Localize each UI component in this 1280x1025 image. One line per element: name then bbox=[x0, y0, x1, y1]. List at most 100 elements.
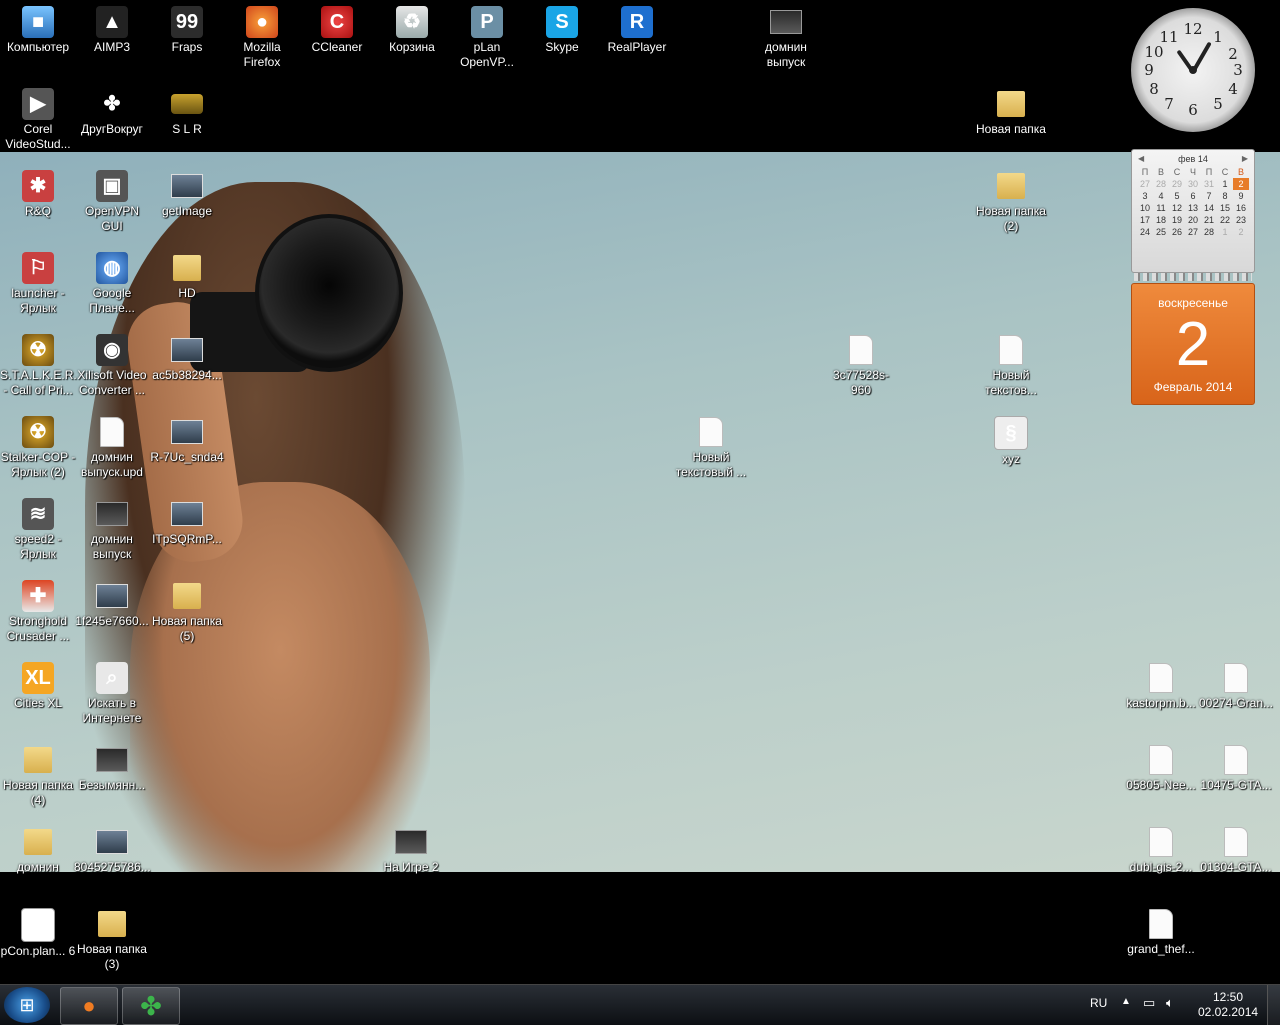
desktop-icon-new-text-1[interactable]: Новый текстов... bbox=[973, 334, 1049, 398]
calendar-day[interactable]: 16 bbox=[1233, 202, 1249, 214]
taskbar-firefox-button[interactable]: ● bbox=[60, 987, 118, 1025]
calendar-day[interactable]: 17 bbox=[1137, 214, 1153, 226]
volume-icon[interactable]: 🔈︎ bbox=[1166, 995, 1174, 1011]
desktop-icon-kastorpm[interactable]: kastorpm.b... bbox=[1123, 662, 1199, 711]
calendar-day[interactable]: 27 bbox=[1185, 226, 1201, 238]
calendar-day[interactable]: 20 bbox=[1185, 214, 1201, 226]
calendar-day[interactable]: 11 bbox=[1153, 202, 1169, 214]
desktop-icon-stronghold[interactable]: ✚ Stronghold Crusader ... bbox=[0, 580, 76, 644]
desktop-icon-new-folder-5[interactable]: Новая папка (5) bbox=[149, 580, 225, 644]
desktop-icon-realplayer[interactable]: R RealPlayer bbox=[599, 6, 675, 55]
desktop-icon-na-igre-2[interactable]: На Игре 2 bbox=[373, 826, 449, 875]
desktop-icon-computer[interactable]: ■ Компьютер bbox=[0, 6, 76, 55]
desktop-icon-itpsq[interactable]: ITpSQRmP... bbox=[149, 498, 225, 547]
desktop-icon-getimage[interactable]: getImage bbox=[149, 170, 225, 219]
desktop-icon-grand-theft[interactable]: grand_thef... bbox=[1123, 908, 1199, 957]
calendar-day[interactable]: 19 bbox=[1169, 214, 1185, 226]
desktop-icon-domnin-2[interactable]: домнин выпуск bbox=[74, 498, 150, 562]
calendar-next-arrow-icon[interactable]: ▶ bbox=[1242, 154, 1248, 163]
calendar-day[interactable]: 7 bbox=[1201, 190, 1217, 202]
desktop-icon-untitled[interactable]: Безымянн... bbox=[74, 744, 150, 793]
calendar-day[interactable]: 22 bbox=[1217, 214, 1233, 226]
desktop-icon-domnin-top[interactable]: домнин выпуск bbox=[748, 6, 824, 70]
calendar-day[interactable]: 2 bbox=[1233, 226, 1249, 238]
desktop-icon-ccleaner[interactable]: C CCleaner bbox=[299, 6, 375, 55]
desktop-icon-corel[interactable]: ▶ Corel VideoStud... bbox=[0, 88, 76, 152]
calendar-day[interactable]: 18 bbox=[1153, 214, 1169, 226]
desktop-icon-ac5b[interactable]: ac5b38294... bbox=[149, 334, 225, 383]
desktop-icon-8045[interactable]: 8045275786... bbox=[74, 826, 151, 875]
desktop-icon-new-text-2[interactable]: Новый текстовый ... bbox=[673, 416, 749, 480]
calendar-day[interactable]: 26 bbox=[1169, 226, 1185, 238]
desktop-icon-cities-xl[interactable]: XL Cities XL bbox=[0, 662, 76, 711]
desktop-icon-domnin-folder[interactable]: домнин bbox=[0, 826, 76, 875]
calendar-day[interactable]: 15 bbox=[1217, 202, 1233, 214]
calendar-prev-arrow-icon[interactable]: ◀ bbox=[1138, 154, 1144, 163]
desktop-icon-drugvokrug[interactable]: ✤ ДругВокруг bbox=[74, 88, 150, 137]
taskbar-clock[interactable]: 12:50 02.02.2014 bbox=[1198, 990, 1258, 1020]
desktop-icon-plan-openvpn[interactable]: PpLan OpenVP... bbox=[449, 6, 525, 70]
calendar-day[interactable]: 23 bbox=[1233, 214, 1249, 226]
desktop-icon-skype[interactable]: S Skype bbox=[524, 6, 600, 55]
desktop-icon-new-folder-4[interactable]: Новая папка (4) bbox=[0, 744, 76, 808]
taskbar-drugvokrug-button[interactable]: ✤ bbox=[122, 987, 180, 1025]
desktop-icon-speed2[interactable]: ≋ speed2 - Ярлык bbox=[0, 498, 76, 562]
desktop-icon-slr[interactable]: S L R bbox=[149, 88, 225, 137]
language-indicator[interactable]: RU bbox=[1090, 996, 1107, 1010]
calendar-day[interactable]: 3 bbox=[1137, 190, 1153, 202]
desktop-icon-new-folder-3[interactable]: Новая папка (3) bbox=[74, 908, 150, 972]
desktop-icon-3c77[interactable]: 3c77528s-960 bbox=[823, 334, 899, 398]
show-desktop-button[interactable] bbox=[1267, 985, 1280, 1025]
desktop-icon-rq[interactable]: ✱ R&Q bbox=[0, 170, 76, 219]
clock-gadget[interactable]: 12 1 2 3 4 5 6 7 8 9 10 11 bbox=[1131, 8, 1255, 132]
calendar-day[interactable]: 24 bbox=[1137, 226, 1153, 238]
calendar-day[interactable]: 29 bbox=[1169, 178, 1185, 190]
desktop-icon-r7uc[interactable]: R-7Uc_snda4 bbox=[149, 416, 225, 465]
network-icon[interactable]: ▭ bbox=[1143, 995, 1155, 1011]
tray-expand-arrow-icon[interactable]: ▲ bbox=[1121, 996, 1131, 1007]
desktop-icon-xyz[interactable]: § xyz bbox=[973, 416, 1049, 467]
desktop-icon-hd[interactable]: HD bbox=[149, 252, 225, 301]
desktop-icon-aimp3[interactable]: ▲ AIMP3 bbox=[74, 6, 150, 55]
desktop-icon-firefox[interactable]: ● Mozilla Firefox bbox=[224, 6, 300, 70]
calendar-day[interactable]: 12 bbox=[1169, 202, 1185, 214]
calendar-day[interactable]: 27 bbox=[1137, 178, 1153, 190]
desktop-icon-domnin-upd[interactable]: домнин выпуск.upd bbox=[74, 416, 150, 480]
calendar-day[interactable]: 8 bbox=[1217, 190, 1233, 202]
desktop-icon-google-earth[interactable]: ◍ Google Плане... bbox=[74, 252, 150, 316]
desktop-icon-dubl-gis[interactable]: dubl-gis-2... bbox=[1123, 826, 1199, 875]
calendar-day[interactable]: 5 bbox=[1169, 190, 1185, 202]
desktop-icon-search-internet[interactable]: ⌕ Искать в Интернете bbox=[74, 662, 150, 726]
desktop-icon-stalker-cop[interactable]: ☢ Stalker-COP - Ярлык (2) bbox=[0, 416, 76, 480]
calendar-day[interactable]: 31 bbox=[1201, 178, 1217, 190]
start-button[interactable]: ⊞ bbox=[4, 987, 50, 1023]
desktop-icon-00274[interactable]: 00274-Gran... bbox=[1198, 662, 1274, 711]
calendar-day[interactable]: 1 bbox=[1217, 178, 1233, 190]
calendar-day[interactable]: 21 bbox=[1201, 214, 1217, 226]
calendar-gadget[interactable]: ◀ ▶ фев 14 П В С Ч П С В 27 28 29 30 31 … bbox=[1131, 149, 1255, 405]
desktop-icon-xilisoft[interactable]: ◉ Xilisoft Video Converter ... bbox=[74, 334, 150, 398]
desktop-icon-new-folder[interactable]: Новая папка bbox=[973, 88, 1049, 137]
calendar-day[interactable]: 10 bbox=[1137, 202, 1153, 214]
calendar-day[interactable]: 28 bbox=[1153, 178, 1169, 190]
calendar-day[interactable]: 6 bbox=[1185, 190, 1201, 202]
desktop-icon-01304[interactable]: 01304-GTA... bbox=[1198, 826, 1274, 875]
calendar-day[interactable]: 28 bbox=[1201, 226, 1217, 238]
desktop-icon-fraps[interactable]: 99 Fraps bbox=[149, 6, 225, 55]
desktop-icon-pcon[interactable]: ⊞ pCon.plan... 6 bbox=[0, 908, 76, 959]
desktop-icon-new-folder-2[interactable]: Новая папка (2) bbox=[973, 170, 1049, 234]
desktop-icon-launcher[interactable]: ⚐ launcher - Ярлык bbox=[0, 252, 76, 316]
desktop-icon-1f24[interactable]: 1f245e7660... bbox=[74, 580, 150, 629]
calendar-day[interactable]: 13 bbox=[1185, 202, 1201, 214]
desktop-icon-10475[interactable]: 10475-GTA... bbox=[1198, 744, 1274, 793]
calendar-day[interactable]: 9 bbox=[1233, 190, 1249, 202]
desktop-icon-stalker[interactable]: ☢ S.T.A.L.K.E.R. - Call of Pri... bbox=[0, 334, 77, 398]
calendar-day[interactable]: 25 bbox=[1153, 226, 1169, 238]
calendar-day[interactable]: 30 bbox=[1185, 178, 1201, 190]
desktop-icon-recycle-bin[interactable]: ♻ Корзина bbox=[374, 6, 450, 55]
calendar-day[interactable]: 4 bbox=[1153, 190, 1169, 202]
calendar-day-today[interactable]: 2 bbox=[1233, 178, 1249, 190]
calendar-day[interactable]: 14 bbox=[1201, 202, 1217, 214]
desktop-icon-05805[interactable]: 05805-Nee... bbox=[1123, 744, 1199, 793]
calendar-day[interactable]: 1 bbox=[1217, 226, 1233, 238]
